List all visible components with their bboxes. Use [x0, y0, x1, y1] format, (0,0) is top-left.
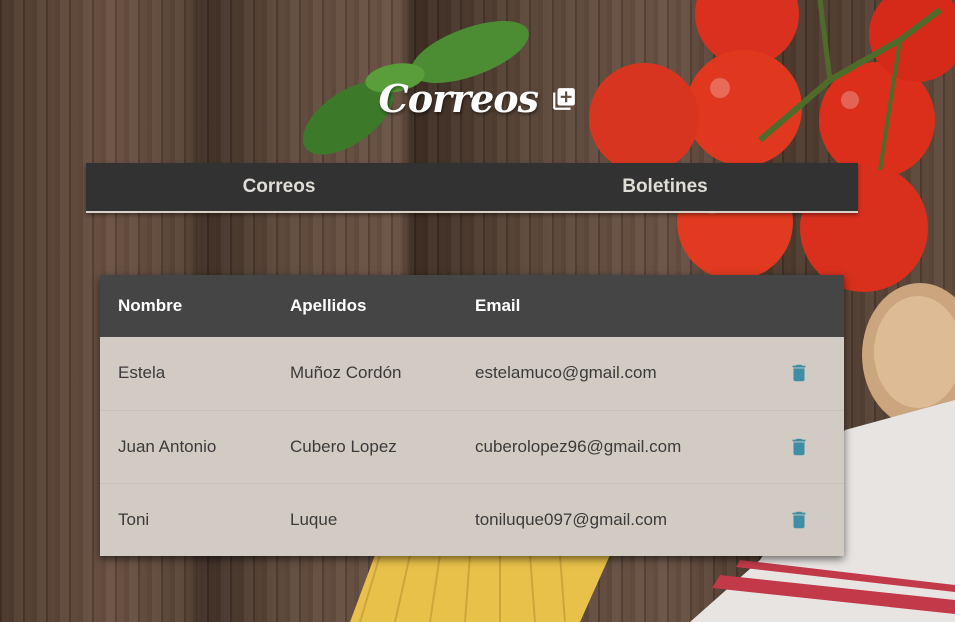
cell-email: toniluque097@gmail.com: [475, 509, 668, 529]
tab-bar: Correos Boletines: [86, 163, 858, 213]
cell-nombre: Estela: [118, 363, 166, 383]
column-header-apellidos: Apellidos: [290, 296, 367, 315]
column-header-nombre: Nombre: [118, 296, 183, 315]
contacts-table: Nombre Apellidos Email Estela Muñoz Cord…: [100, 275, 844, 556]
page-header: Correos: [0, 76, 955, 121]
tab-boletines[interactable]: Boletines: [472, 163, 858, 211]
column-header-email: Email: [475, 296, 521, 315]
table-row: Juan Antonio Cubero Lopez cuberolopez96@…: [100, 410, 844, 483]
cell-email: estelamuco@gmail.com: [475, 363, 657, 383]
tab-correos[interactable]: Correos: [86, 163, 472, 211]
cell-actions: [770, 337, 844, 410]
table-header-row: Nombre Apellidos Email: [100, 275, 844, 337]
cell-nombre: Juan Antonio: [118, 436, 217, 456]
trash-icon[interactable]: [788, 435, 810, 459]
trash-icon[interactable]: [788, 508, 810, 532]
cell-nombre: Toni: [118, 509, 150, 529]
column-header-actions: [770, 275, 844, 337]
contacts-table-card: Nombre Apellidos Email Estela Muñoz Cord…: [100, 275, 844, 556]
table-row: Toni Luque toniluque097@gmail.com: [100, 483, 844, 556]
cell-apellidos: Muñoz Cordón: [290, 363, 402, 383]
page-title: Correos: [378, 76, 540, 121]
cell-actions: [770, 483, 844, 556]
cell-email: cuberolopez96@gmail.com: [475, 436, 682, 456]
cell-actions: [770, 410, 844, 483]
trash-icon[interactable]: [788, 361, 810, 385]
cell-apellidos: Luque: [290, 509, 338, 529]
table-row: Estela Muñoz Cordón estelamuco@gmail.com: [100, 337, 844, 410]
cell-apellidos: Cubero Lopez: [290, 436, 397, 456]
add-box-icon[interactable]: [551, 86, 577, 112]
